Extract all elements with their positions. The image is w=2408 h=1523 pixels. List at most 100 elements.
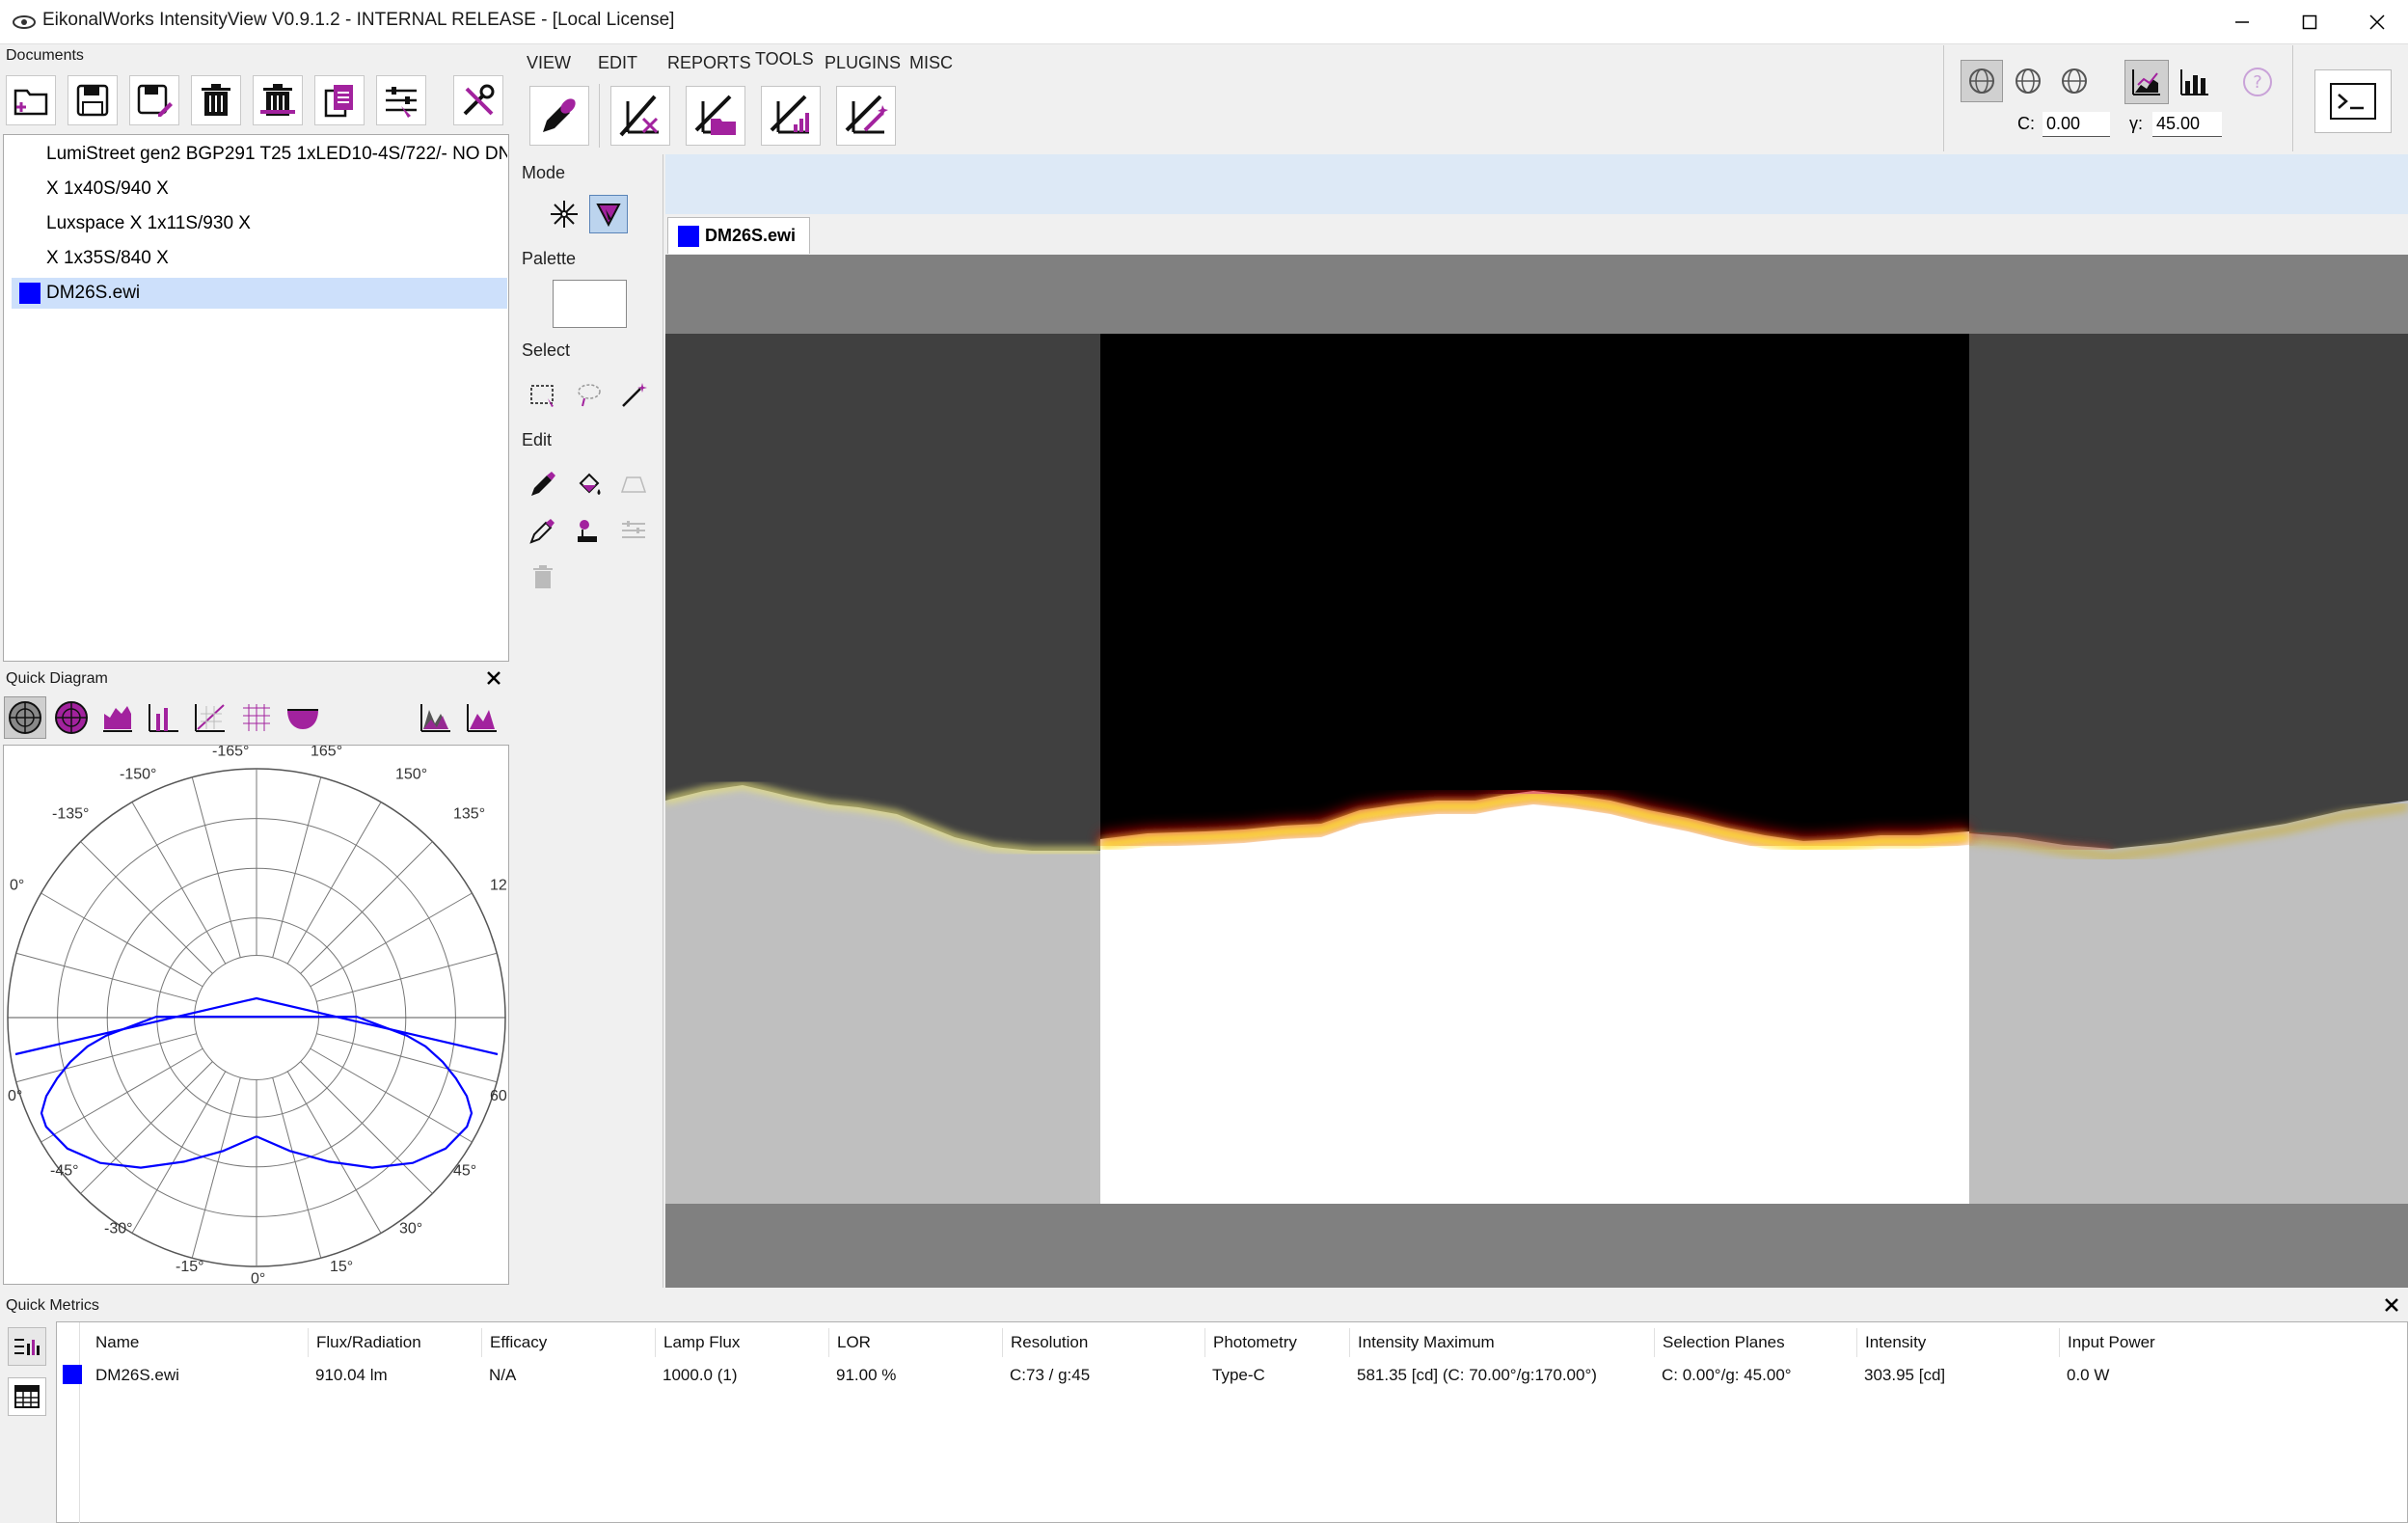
metrics-table-view-button[interactable] bbox=[8, 1377, 46, 1416]
quick-diagram-header: Quick Diagram bbox=[0, 666, 511, 691]
document-label: DM26S.ewi bbox=[46, 283, 141, 303]
magic-wand-button[interactable] bbox=[614, 376, 653, 415]
column-header-resolution[interactable]: Resolution bbox=[1002, 1328, 1088, 1357]
save-button[interactable] bbox=[68, 75, 118, 125]
duplicate-button[interactable] bbox=[314, 75, 365, 125]
bar-diagram-button[interactable] bbox=[143, 696, 185, 739]
sliders-icon bbox=[386, 87, 417, 118]
folder-add-icon bbox=[14, 89, 48, 116]
lasso-select-button[interactable] bbox=[570, 376, 609, 415]
area-chart-icon bbox=[420, 704, 450, 732]
polar-angle-label: 150° bbox=[395, 766, 427, 782]
help-icon: ? bbox=[2243, 68, 2272, 96]
chart-area-button[interactable] bbox=[2124, 60, 2169, 104]
eyedropper-tool-button[interactable] bbox=[529, 86, 589, 146]
c-angle-input[interactable] bbox=[2043, 112, 2110, 137]
properties-button[interactable] bbox=[376, 75, 426, 125]
line-graph-icon bbox=[195, 704, 225, 732]
close-quick-metrics-button[interactable] bbox=[2382, 1295, 2401, 1315]
list-item-selected[interactable]: DM26S.ewi bbox=[12, 278, 507, 309]
pipette-tool-button[interactable] bbox=[524, 511, 562, 550]
column-header-lor[interactable]: LOR bbox=[828, 1328, 871, 1357]
grid-diagram-button[interactable] bbox=[235, 696, 278, 739]
documents-title: Documents bbox=[6, 47, 84, 64]
column-header-selection-planes[interactable]: Selection Planes bbox=[1654, 1328, 1785, 1357]
wrench-screwdriver-icon bbox=[463, 84, 495, 116]
column-header-flux[interactable]: Flux/Radiation bbox=[308, 1328, 421, 1357]
polar-diagram-button[interactable] bbox=[4, 696, 46, 739]
column-header-efficacy[interactable]: Efficacy bbox=[481, 1328, 547, 1357]
tab-view[interactable]: VIEW bbox=[527, 53, 571, 73]
console-button[interactable] bbox=[2314, 69, 2392, 133]
tool-folder-button[interactable] bbox=[686, 86, 745, 146]
palette-swatch[interactable] bbox=[553, 280, 627, 328]
cone-diagram-button[interactable] bbox=[282, 696, 324, 739]
close-icon bbox=[2369, 14, 2385, 30]
list-item[interactable]: X 1x40S/940 X bbox=[12, 174, 507, 204]
rect-select-button[interactable] bbox=[524, 376, 562, 415]
transform-tool-button[interactable] bbox=[614, 465, 653, 503]
mode-light-button[interactable] bbox=[545, 195, 583, 233]
view-c-gamma-button[interactable] bbox=[1961, 60, 2003, 102]
trash-icon bbox=[533, 565, 553, 588]
tab-reports[interactable]: REPORTS bbox=[667, 53, 751, 73]
minimize-button[interactable] bbox=[2208, 0, 2276, 44]
delete-button[interactable] bbox=[191, 75, 241, 125]
trash-all-icon bbox=[260, 84, 295, 116]
document-tab[interactable]: DM26S.ewi bbox=[667, 217, 810, 254]
cell-efficacy: N/A bbox=[489, 1366, 517, 1384]
histogram-button[interactable] bbox=[96, 696, 139, 739]
tab-edit[interactable]: EDIT bbox=[598, 53, 637, 73]
compare-area-button[interactable] bbox=[415, 696, 457, 739]
column-header-intensity[interactable]: Intensity bbox=[1856, 1328, 1926, 1357]
column-header-intensity-max[interactable]: Intensity Maximum bbox=[1349, 1328, 1495, 1357]
tool-measure-button[interactable] bbox=[610, 86, 670, 146]
column-header-lamp-flux[interactable]: Lamp Flux bbox=[655, 1328, 740, 1357]
trash-icon bbox=[202, 84, 230, 116]
tool-chart-button[interactable] bbox=[761, 86, 821, 146]
adjust-tool-button[interactable] bbox=[614, 511, 653, 550]
pipette-icon bbox=[529, 519, 555, 544]
cell-lor: 91.00 % bbox=[836, 1366, 897, 1384]
document-label: Luxspace X 1x11S/930 X bbox=[46, 213, 251, 233]
delete-tool-button[interactable] bbox=[524, 558, 562, 596]
list-item[interactable]: LumiStreet gen2 BGP291 T25 1xLED10-4S/72… bbox=[12, 139, 507, 170]
compare-line-button[interactable] bbox=[461, 696, 503, 739]
maximize-button[interactable] bbox=[2276, 0, 2343, 44]
metrics-list-view-button[interactable] bbox=[8, 1327, 46, 1366]
view-a-alpha-button[interactable] bbox=[2053, 60, 2096, 102]
column-header-photometry[interactable]: Photometry bbox=[1204, 1328, 1297, 1357]
list-item[interactable]: Luxspace X 1x11S/930 X bbox=[12, 208, 507, 239]
linear-diagram-button[interactable] bbox=[189, 696, 231, 739]
delete-all-button[interactable] bbox=[253, 75, 303, 125]
close-window-button[interactable] bbox=[2343, 0, 2408, 44]
tab-misc[interactable]: MISC bbox=[909, 53, 953, 73]
intensity-canvas[interactable] bbox=[664, 255, 2408, 1288]
open-document-button[interactable] bbox=[6, 75, 56, 125]
rect-select-icon bbox=[530, 385, 554, 407]
view-b-beta-button[interactable] bbox=[2007, 60, 2049, 102]
tab-plugins[interactable]: PLUGINS bbox=[825, 53, 901, 73]
column-header-input-power[interactable]: Input Power bbox=[2059, 1328, 2155, 1357]
tool-wand-button[interactable] bbox=[836, 86, 896, 146]
polar-grid-button[interactable] bbox=[50, 696, 93, 739]
fill-tool-button[interactable] bbox=[570, 465, 609, 503]
column-header-name[interactable]: Name bbox=[88, 1328, 139, 1357]
stamp-tool-button[interactable] bbox=[570, 511, 609, 550]
list-item[interactable]: X 1x35S/840 X bbox=[12, 243, 507, 274]
ruler-folder-icon bbox=[694, 95, 736, 135]
help-button[interactable]: ? bbox=[2235, 60, 2280, 104]
ruler-chart-icon bbox=[770, 95, 809, 134]
save-as-button[interactable] bbox=[129, 75, 179, 125]
tools-button[interactable] bbox=[453, 75, 503, 125]
tab-tools[interactable]: TOOLS bbox=[755, 49, 814, 69]
ruler-wand-icon bbox=[845, 95, 888, 134]
close-quick-diagram-button[interactable] bbox=[484, 668, 503, 688]
gamma-angle-input[interactable] bbox=[2152, 112, 2222, 137]
mode-select-button[interactable] bbox=[589, 195, 628, 233]
chart-bar-button[interactable] bbox=[2173, 60, 2217, 104]
title-bar: EikonalWorks IntensityView V0.9.1.2 - IN… bbox=[0, 0, 2408, 44]
magic-wand-icon bbox=[622, 383, 647, 407]
terminal-icon bbox=[2330, 83, 2376, 120]
pen-tool-button[interactable] bbox=[524, 465, 562, 503]
